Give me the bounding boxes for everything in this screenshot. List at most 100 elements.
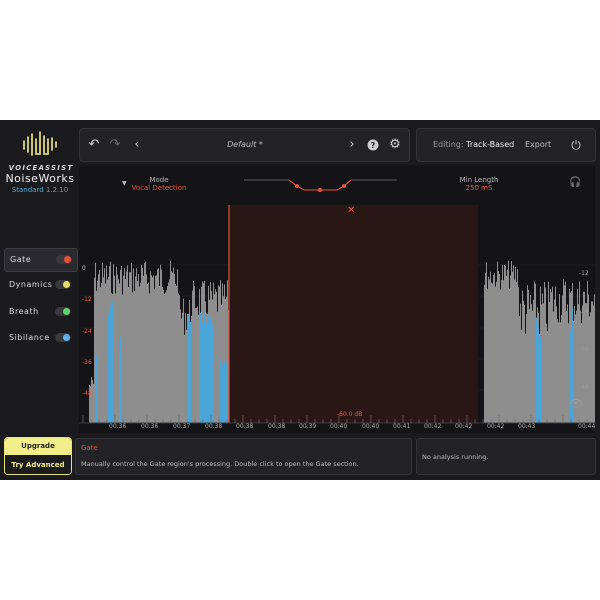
waveform-sample (553, 311, 554, 423)
min-length-value[interactable]: 250 mS (449, 184, 509, 192)
dynamics-toggle[interactable] (55, 280, 71, 289)
sidebar-item-gate[interactable]: Gate (4, 248, 78, 272)
waveform-sample (527, 285, 528, 423)
waveform-sample (179, 295, 180, 423)
headphones-icon[interactable]: 🎧 (569, 177, 581, 188)
gate-curve-handle[interactable] (318, 188, 322, 192)
waveform-sample (543, 303, 544, 423)
help-icon[interactable]: ? (364, 136, 382, 154)
waveform-sample (183, 298, 184, 423)
waveform-sample-voiced (222, 365, 223, 423)
waveform-sample-voiced (536, 317, 537, 423)
waveform-sample (530, 295, 531, 423)
waveform-sample (556, 306, 557, 423)
sidebar-item-sibilance[interactable]: Sibilance (4, 327, 76, 349)
waveform-sample (549, 301, 550, 423)
waveform-sample (136, 268, 137, 423)
waveform-sample (516, 282, 517, 423)
waveform-sample (135, 276, 136, 423)
waveform-sample (169, 279, 170, 423)
brand-edition: Standard (11, 186, 44, 194)
preset-name[interactable]: Default * (190, 129, 300, 161)
waveform-sample (99, 269, 100, 423)
waveform-sample (194, 286, 195, 423)
waveform-sample (172, 272, 173, 423)
waveform-sample-voiced (226, 362, 227, 423)
mode-value[interactable]: Vocal Detection (129, 184, 189, 192)
waveform-sample-voiced (211, 314, 212, 423)
sidebar-item-label: Breath (9, 307, 39, 316)
waveform-sample (589, 316, 590, 423)
waveform-sample-voiced (200, 312, 201, 423)
waveform-sample (149, 293, 150, 423)
waveform-sample (185, 313, 186, 423)
waveform-sample (504, 265, 505, 423)
waveform-sample (519, 315, 520, 423)
waveform-sample (127, 265, 128, 423)
editing-value: Track-Based (466, 140, 515, 149)
waveform-sample (550, 288, 551, 423)
sibilance-toggle[interactable] (55, 333, 71, 342)
sidebar-item-dynamics[interactable]: Dynamics (4, 274, 76, 296)
next-preset-icon[interactable]: › (343, 136, 361, 154)
power-icon[interactable]: ⏻ (567, 136, 585, 154)
waveform-sample (176, 285, 177, 423)
waveform-sample (98, 274, 99, 423)
settings-gear-icon[interactable]: ⚙ (386, 136, 404, 154)
gate-curve-handle[interactable] (295, 184, 299, 188)
editing-mode[interactable]: Editing: Track-Based (433, 129, 514, 161)
waveform-sample (500, 289, 501, 423)
waveform-sample (139, 286, 140, 423)
waveform-sample (150, 271, 151, 423)
breath-toggle[interactable] (55, 307, 71, 316)
upgrade-button[interactable]: Upgrade (5, 438, 71, 455)
sidebar-item-label: Dynamics (9, 280, 53, 289)
waveform-sample-voiced (205, 307, 206, 423)
waveform-sample (134, 290, 135, 423)
undo-icon[interactable]: ↶ (85, 136, 103, 154)
sidebar-item-breath[interactable]: Breath (4, 301, 76, 323)
timeline-label: 00:40 (330, 423, 348, 430)
waveform-sample (140, 282, 141, 423)
waveform-sample (501, 279, 502, 423)
waveform-canvas[interactable] (79, 165, 595, 433)
waveform-sample (141, 264, 142, 423)
waveform-sample (131, 262, 132, 423)
waveform-sample (214, 294, 215, 423)
top-toolbar: ↶ ↷ ‹ Default * › ? ⚙ (79, 128, 410, 162)
close-region-icon[interactable]: ✕ (347, 205, 355, 216)
waveform-sample-voiced (95, 349, 96, 423)
waveform-sample (517, 269, 518, 423)
waveform-sample (126, 271, 127, 423)
waveform-sample (196, 307, 197, 423)
previous-preset-icon[interactable]: ‹ (128, 136, 146, 154)
waveform-sample (497, 261, 498, 423)
gate-curve-handle[interactable] (342, 184, 346, 188)
try-advanced-button[interactable]: Try Advanced (5, 456, 71, 474)
gate-toggle[interactable] (56, 255, 72, 264)
timeline-label: 00:42 (424, 423, 442, 430)
export-button[interactable]: Export (525, 129, 551, 161)
waveform-view[interactable]: ▼ Mode Vocal Detection Min Length 250 mS… (79, 165, 595, 433)
waveform-sample (105, 283, 106, 423)
waveform-sample (521, 329, 522, 423)
waveform-sample (106, 265, 107, 423)
info-panel: Gate Manually control the Gate region's … (75, 438, 412, 475)
gate-region[interactable] (229, 205, 478, 423)
waveform-sample (151, 275, 152, 423)
eye-icon[interactable]: 👁 (569, 397, 583, 410)
waveform-sample-voiced (219, 358, 220, 423)
waveform-sample-voiced (537, 319, 538, 423)
waveform-sample (515, 266, 516, 423)
waveform-sample-voiced (212, 324, 213, 423)
waveform-sample (491, 282, 492, 423)
waveform-sample (175, 284, 176, 423)
waveform-sample-voiced (97, 346, 98, 423)
waveform-sample (592, 301, 593, 423)
redo-icon[interactable]: ↷ (106, 136, 124, 154)
waveform-sample-voiced (541, 342, 542, 423)
timeline-label: 00:42 (487, 423, 505, 430)
waveform-sample (166, 290, 167, 423)
waveform-sample (147, 283, 148, 423)
mode-dropdown-icon[interactable]: ▼ (122, 180, 127, 187)
